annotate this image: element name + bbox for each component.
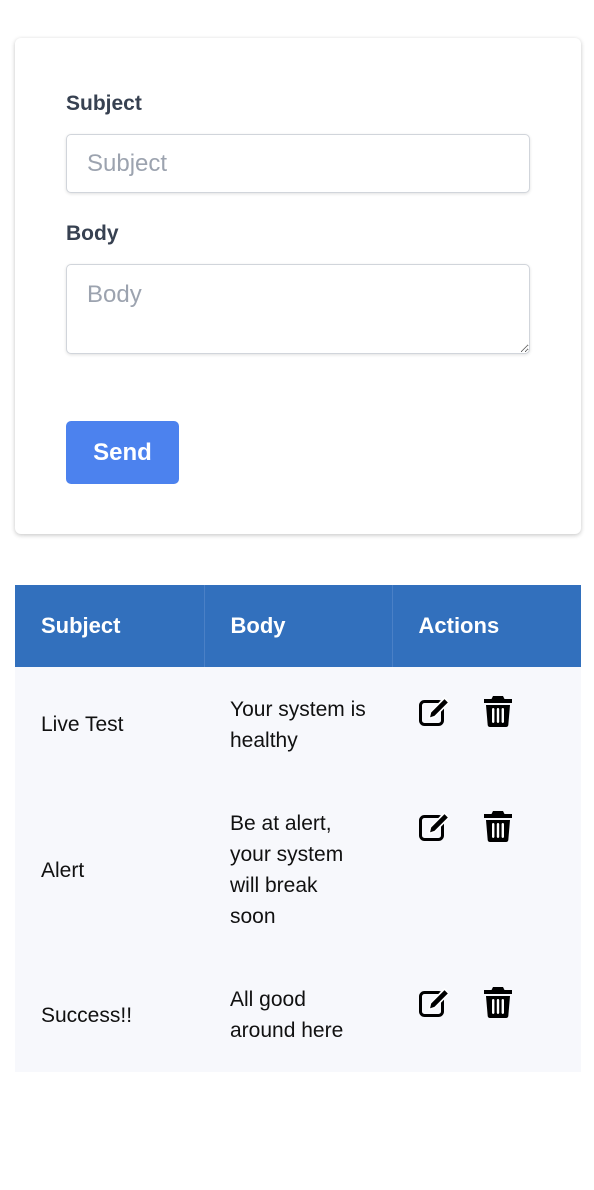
- table-header: Subject Body Actions: [15, 585, 581, 667]
- body-label: Body: [66, 222, 119, 245]
- row-actions: [392, 782, 581, 958]
- column-header-actions: Actions: [392, 585, 581, 667]
- subject-input[interactable]: [66, 134, 530, 193]
- row-body: Be at alert, your system will break soon: [204, 782, 392, 958]
- send-button[interactable]: Send: [66, 421, 179, 484]
- table-body: Live Test Your system is healthy Alert B…: [15, 667, 581, 1072]
- edit-icon[interactable]: [418, 985, 452, 1019]
- row-actions: [392, 667, 581, 782]
- edit-icon[interactable]: [418, 694, 452, 728]
- messages-table: Subject Body Actions Live Test Your syst…: [15, 585, 581, 1072]
- trash-icon[interactable]: [481, 694, 515, 728]
- table-row: Success!! All good around here: [15, 958, 581, 1072]
- row-subject: Live Test: [15, 667, 204, 782]
- table-row: Alert Be at alert, your system will brea…: [15, 782, 581, 958]
- row-body: All good around here: [204, 958, 392, 1072]
- row-subject: Success!!: [15, 958, 204, 1072]
- table-header-row: Subject Body Actions: [15, 585, 581, 667]
- trash-icon[interactable]: [481, 985, 515, 1019]
- table-row: Live Test Your system is healthy: [15, 667, 581, 782]
- edit-icon[interactable]: [418, 809, 452, 843]
- body-textarea[interactable]: [66, 264, 530, 354]
- row-subject: Alert: [15, 782, 204, 958]
- message-form-card: Subject Body Send: [15, 38, 581, 534]
- subject-label: Subject: [66, 92, 142, 115]
- column-header-body: Body: [204, 585, 393, 667]
- trash-icon[interactable]: [481, 809, 515, 843]
- row-actions: [392, 958, 581, 1072]
- row-body: Your system is healthy: [204, 667, 392, 782]
- column-header-subject: Subject: [15, 585, 205, 667]
